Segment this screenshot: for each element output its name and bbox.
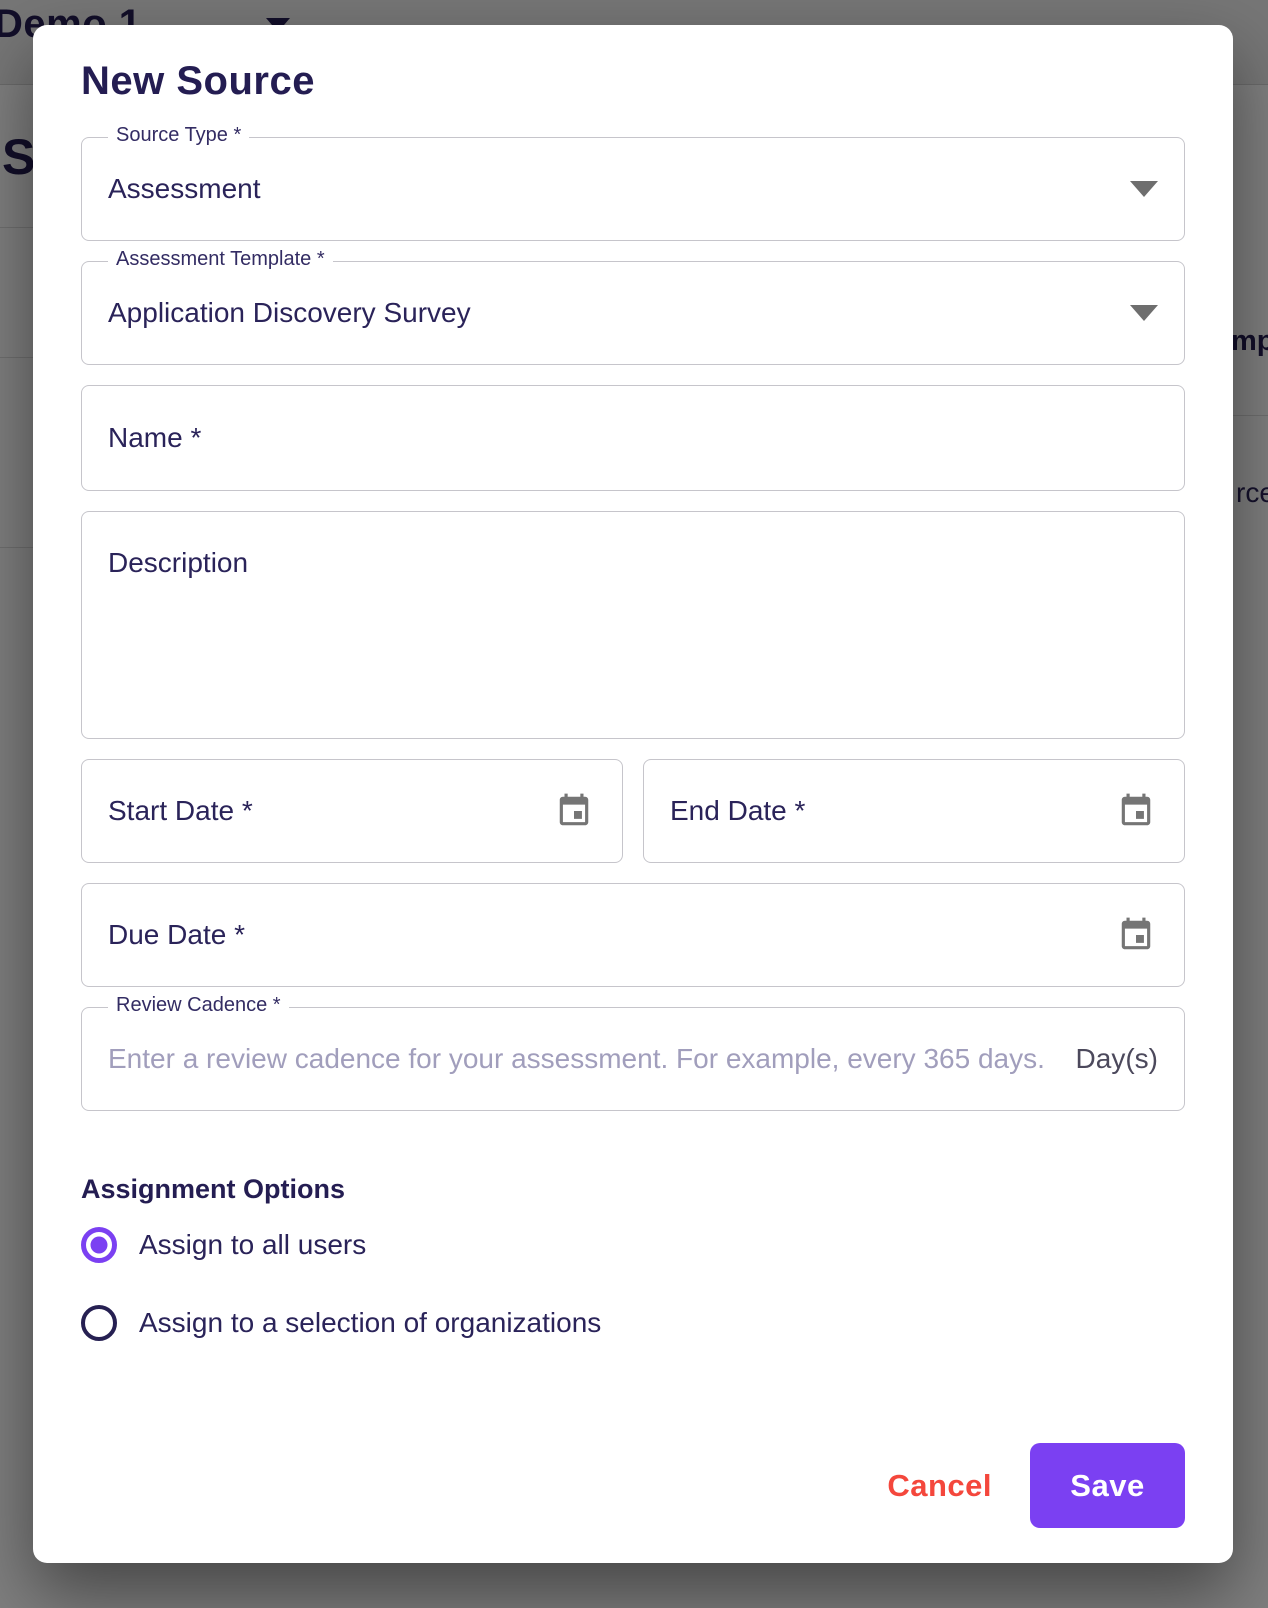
end-date-calendar-button[interactable] [1114,789,1158,833]
assessment-template-value: Application Discovery Survey [108,297,471,329]
cancel-button[interactable]: Cancel [873,1458,1006,1514]
start-date-calendar-button[interactable] [552,789,596,833]
due-date-input[interactable] [108,919,1114,951]
save-button[interactable]: Save [1030,1443,1185,1528]
due-date-calendar-button[interactable] [1114,913,1158,957]
review-cadence-input[interactable] [108,1043,1058,1075]
start-date-input[interactable] [108,795,552,827]
due-date-field[interactable] [81,883,1185,987]
assign-organizations-option[interactable]: Assign to a selection of organizations [81,1303,1185,1343]
radio-unselected-icon[interactable] [81,1305,117,1341]
assign-all-users-label: Assign to all users [139,1229,366,1261]
name-field[interactable] [81,385,1185,491]
dropdown-arrow-icon [1130,181,1158,197]
source-type-select[interactable]: Source Type * Assessment [81,137,1185,241]
assessment-template-select[interactable]: Assessment Template * Application Discov… [81,261,1185,365]
start-date-field[interactable] [81,759,623,863]
end-date-input[interactable] [670,795,1114,827]
review-cadence-unit: Day(s) [1076,1043,1158,1075]
review-cadence-label: Review Cadence * [108,994,289,1017]
name-input[interactable] [108,422,1158,454]
dialog-actions: Cancel Save [81,1443,1185,1528]
assign-all-users-option[interactable]: Assign to all users [81,1225,1185,1265]
assignment-options-heading: Assignment Options [81,1173,1185,1205]
description-field[interactable] [81,511,1185,739]
calendar-icon [1117,916,1155,954]
end-date-field[interactable] [643,759,1185,863]
assessment-template-label: Assessment Template * [108,248,333,271]
source-type-label: Source Type * [108,124,249,147]
calendar-icon [555,792,593,830]
new-source-dialog: New Source Source Type * Assessment Asse… [33,25,1233,1563]
description-input[interactable] [108,512,1158,738]
assign-organizations-label: Assign to a selection of organizations [139,1307,601,1339]
source-type-value: Assessment [108,173,261,205]
calendar-icon [1117,792,1155,830]
dropdown-arrow-icon [1130,305,1158,321]
dialog-title: New Source [81,59,1185,103]
radio-selected-icon[interactable] [81,1227,117,1263]
review-cadence-field[interactable]: Review Cadence * Day(s) [81,1007,1185,1111]
